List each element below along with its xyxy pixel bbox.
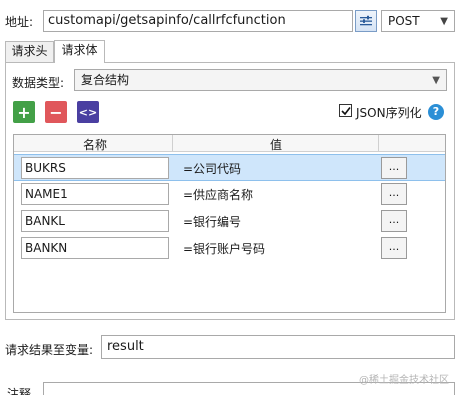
- column-divider: [172, 135, 173, 152]
- data-type-select[interactable]: 复合结构 ▼: [74, 69, 447, 91]
- table-row[interactable]: NAME1 =供应商名称 ...: [14, 181, 445, 208]
- param-edit-button[interactable]: ...: [381, 183, 407, 205]
- note-label: 注释: [7, 387, 32, 395]
- url-input[interactable]: customapi/getsapinfo/callrfcfunction: [43, 10, 353, 32]
- param-edit-button[interactable]: ...: [381, 210, 407, 232]
- remove-row-button[interactable]: −: [45, 101, 67, 123]
- chevron-down-icon: ▼: [432, 75, 440, 86]
- param-name-input[interactable]: BANKN: [21, 237, 169, 259]
- column-header-value: 值: [270, 138, 283, 152]
- list-settings-icon: [360, 15, 372, 26]
- chevron-down-icon: ▼: [440, 16, 448, 27]
- param-name-input[interactable]: BUKRS: [21, 157, 169, 179]
- json-serialize-label: JSON序列化: [356, 106, 422, 120]
- column-header-name: 名称: [83, 138, 108, 152]
- param-value-text: =银行编号: [183, 215, 242, 229]
- param-edit-button[interactable]: ...: [381, 157, 407, 179]
- grid-header: [14, 135, 445, 152]
- add-row-button[interactable]: +: [13, 101, 35, 123]
- url-options-button[interactable]: [355, 10, 377, 32]
- param-value-text: =供应商名称: [183, 188, 254, 202]
- param-name-input[interactable]: BANKL: [21, 210, 169, 232]
- param-name-input[interactable]: NAME1: [21, 183, 169, 205]
- table-row[interactable]: BUKRS =公司代码 ...: [14, 154, 445, 181]
- result-variable-input[interactable]: result: [101, 335, 455, 359]
- checkmark-icon: [341, 107, 351, 116]
- param-value-text: =银行账户号码: [183, 242, 266, 256]
- tab-request-headers[interactable]: 请求头: [5, 41, 54, 62]
- address-label: 地址:: [5, 15, 34, 29]
- result-variable-label: 请求结果至变量:: [5, 343, 94, 357]
- data-type-value: 复合结构: [81, 73, 130, 87]
- watermark: @稀土掘金技术社区: [359, 375, 449, 386]
- help-icon[interactable]: ?: [428, 104, 444, 120]
- method-select[interactable]: POST ▼: [381, 10, 455, 32]
- json-serialize-checkbox[interactable]: [339, 104, 352, 117]
- table-row[interactable]: BANKL =银行编号 ...: [14, 208, 445, 235]
- table-row[interactable]: BANKN =银行账户号码 ...: [14, 235, 445, 262]
- param-value-text: =公司代码: [183, 162, 242, 176]
- method-value: POST: [388, 14, 420, 28]
- code-view-button[interactable]: <>: [77, 101, 99, 123]
- param-edit-button[interactable]: ...: [381, 237, 407, 259]
- data-type-label: 数据类型:: [12, 76, 65, 90]
- column-divider: [378, 135, 379, 152]
- tab-request-body[interactable]: 请求体: [54, 40, 105, 63]
